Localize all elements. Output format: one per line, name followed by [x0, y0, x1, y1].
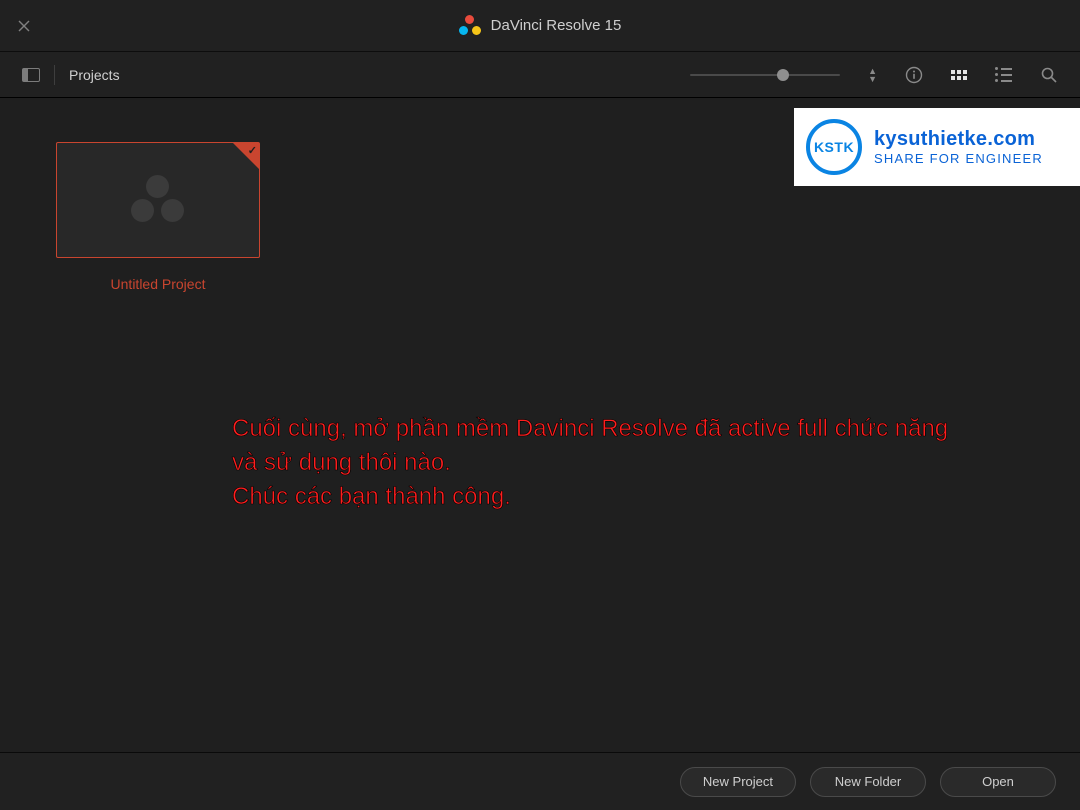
close-icon — [18, 20, 30, 32]
list-icon — [995, 67, 1012, 82]
grid-view-button[interactable] — [951, 70, 967, 80]
app-title: DaVinci Resolve 15 — [491, 17, 622, 34]
new-folder-button[interactable]: New Folder — [810, 767, 926, 797]
info-icon — [905, 66, 923, 84]
grid-icon — [951, 70, 967, 80]
project-thumbnail[interactable] — [56, 142, 260, 258]
app-title-group: DaVinci Resolve 15 — [459, 15, 622, 37]
info-button[interactable] — [905, 66, 923, 84]
watermark-line2: SHARE FOR ENGINEER — [874, 151, 1043, 166]
sort-button[interactable]: ▲▼ — [868, 68, 877, 82]
watermark-logo: KSTK — [806, 119, 862, 175]
list-view-button[interactable] — [995, 67, 1012, 82]
overlay-line2: và sử dụng thôi nào. — [232, 446, 952, 480]
project-browser: Untitled Project KSTK kysuthietke.com SH… — [0, 98, 1080, 752]
watermark-line1: kysuthietke.com — [874, 128, 1043, 151]
search-icon — [1040, 66, 1058, 84]
breadcrumb[interactable]: Projects — [69, 67, 120, 83]
divider — [54, 65, 55, 85]
project-name[interactable]: Untitled Project — [56, 276, 260, 292]
sort-icon: ▲▼ — [868, 68, 877, 82]
search-button[interactable] — [1040, 66, 1058, 84]
overlay-annotation: Cuối cùng, mở phần mềm Davinci Resolve đ… — [232, 412, 952, 514]
open-button[interactable]: Open — [940, 767, 1056, 797]
davinci-placeholder-icon — [131, 175, 185, 225]
close-button[interactable] — [18, 0, 30, 52]
toolbar: Projects ▲▼ — [0, 52, 1080, 98]
davinci-logo-icon — [459, 15, 481, 37]
titlebar: DaVinci Resolve 15 — [0, 0, 1080, 52]
footer: New Project New Folder Open — [0, 752, 1080, 810]
selected-checkmark-icon — [233, 143, 259, 169]
new-project-button[interactable]: New Project — [680, 767, 796, 797]
overlay-line3: Chúc các bạn thành công. — [232, 480, 952, 514]
thumbnail-zoom-slider[interactable] — [690, 74, 840, 76]
overlay-line1: Cuối cùng, mở phần mềm Davinci Resolve đ… — [232, 412, 952, 446]
sidebar-toggle-button[interactable] — [22, 68, 40, 82]
watermark-card: KSTK kysuthietke.com SHARE FOR ENGINEER — [794, 108, 1080, 186]
